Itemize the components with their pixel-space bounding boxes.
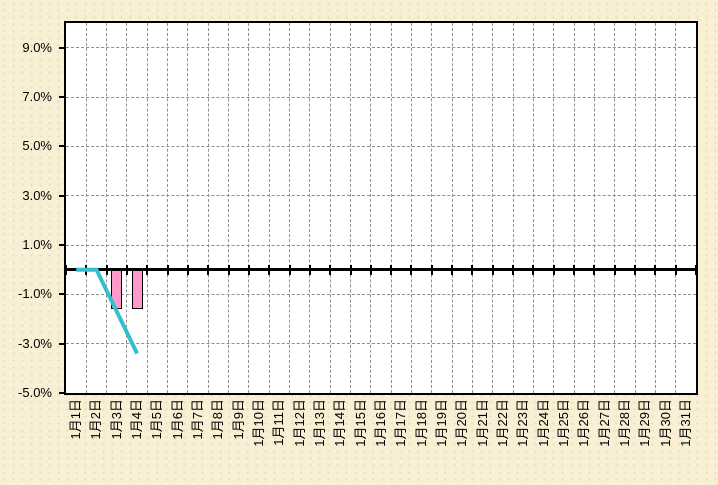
y-axis-label: -1.0% — [0, 286, 52, 302]
x-axis-label: 1月9日 — [232, 399, 246, 439]
x-axis-label: 1月24日 — [537, 399, 551, 447]
x-axis-label: 1月18日 — [415, 399, 429, 447]
y-axis-label: 1.0% — [0, 237, 52, 253]
x-axis-label: 1月17日 — [394, 399, 408, 447]
x-axis-label: 1月23日 — [516, 399, 530, 447]
y-axis-label: 9.0% — [0, 40, 52, 56]
x-axis-label: 1月22日 — [496, 399, 510, 447]
x-axis-label: 1月2日 — [89, 399, 103, 439]
x-axis-label: 1月10日 — [252, 399, 266, 447]
x-axis-label: 1月27日 — [598, 399, 612, 447]
x-axis-label: 1月16日 — [374, 399, 388, 447]
y-axis-label: 3.0% — [0, 188, 52, 204]
y-axis-tick — [59, 392, 64, 394]
x-axis-label: 1月14日 — [333, 399, 347, 447]
y-axis-tick — [59, 96, 64, 98]
x-axis-label: 1月15日 — [354, 399, 368, 447]
y-axis-label: -3.0% — [0, 336, 52, 352]
x-axis-label: 1月26日 — [577, 399, 591, 447]
x-axis-label: 1月21日 — [476, 399, 490, 447]
x-axis-label: 1月20日 — [455, 399, 469, 447]
x-axis-label: 1月19日 — [435, 399, 449, 447]
x-axis-label: 1月1日 — [69, 399, 83, 439]
x-axis-label: 1月30日 — [659, 399, 673, 447]
x-axis-label: 1月3日 — [110, 399, 124, 439]
y-axis-label: -5.0% — [0, 385, 52, 401]
x-axis-label: 1月13日 — [313, 399, 327, 447]
x-axis-label: 1月25日 — [557, 399, 571, 447]
chart: 9.0% 7.0% 5.0% 3.0% 1.0% -1.0% -3.0% -5.0% 1月1日… — [0, 0, 718, 485]
line-series — [66, 23, 696, 393]
x-axis-label: 1月5日 — [150, 399, 164, 439]
y-axis-tick — [59, 145, 64, 147]
x-axis-label: 1月11日 — [272, 399, 286, 446]
y-axis-tick — [59, 293, 64, 295]
x-axis-label: 1月12日 — [293, 399, 307, 447]
x-axis-label: 1月4日 — [130, 399, 144, 439]
y-axis-label: 7.0% — [0, 89, 52, 105]
plot-area — [64, 21, 698, 395]
x-axis-label: 1月29日 — [638, 399, 652, 447]
x-axis-label: 1月28日 — [618, 399, 632, 447]
y-axis-tick — [59, 343, 64, 345]
y-axis-tick — [59, 244, 64, 246]
x-axis-label: 1月7日 — [191, 399, 205, 439]
y-axis-tick — [59, 47, 64, 49]
x-axis-label: 1月31日 — [679, 399, 693, 447]
y-axis-tick — [59, 195, 64, 197]
x-axis-label: 1月6日 — [171, 399, 185, 439]
y-axis-label: 5.0% — [0, 138, 52, 154]
line-series-path — [76, 270, 137, 354]
x-axis-label: 1月8日 — [211, 399, 225, 439]
